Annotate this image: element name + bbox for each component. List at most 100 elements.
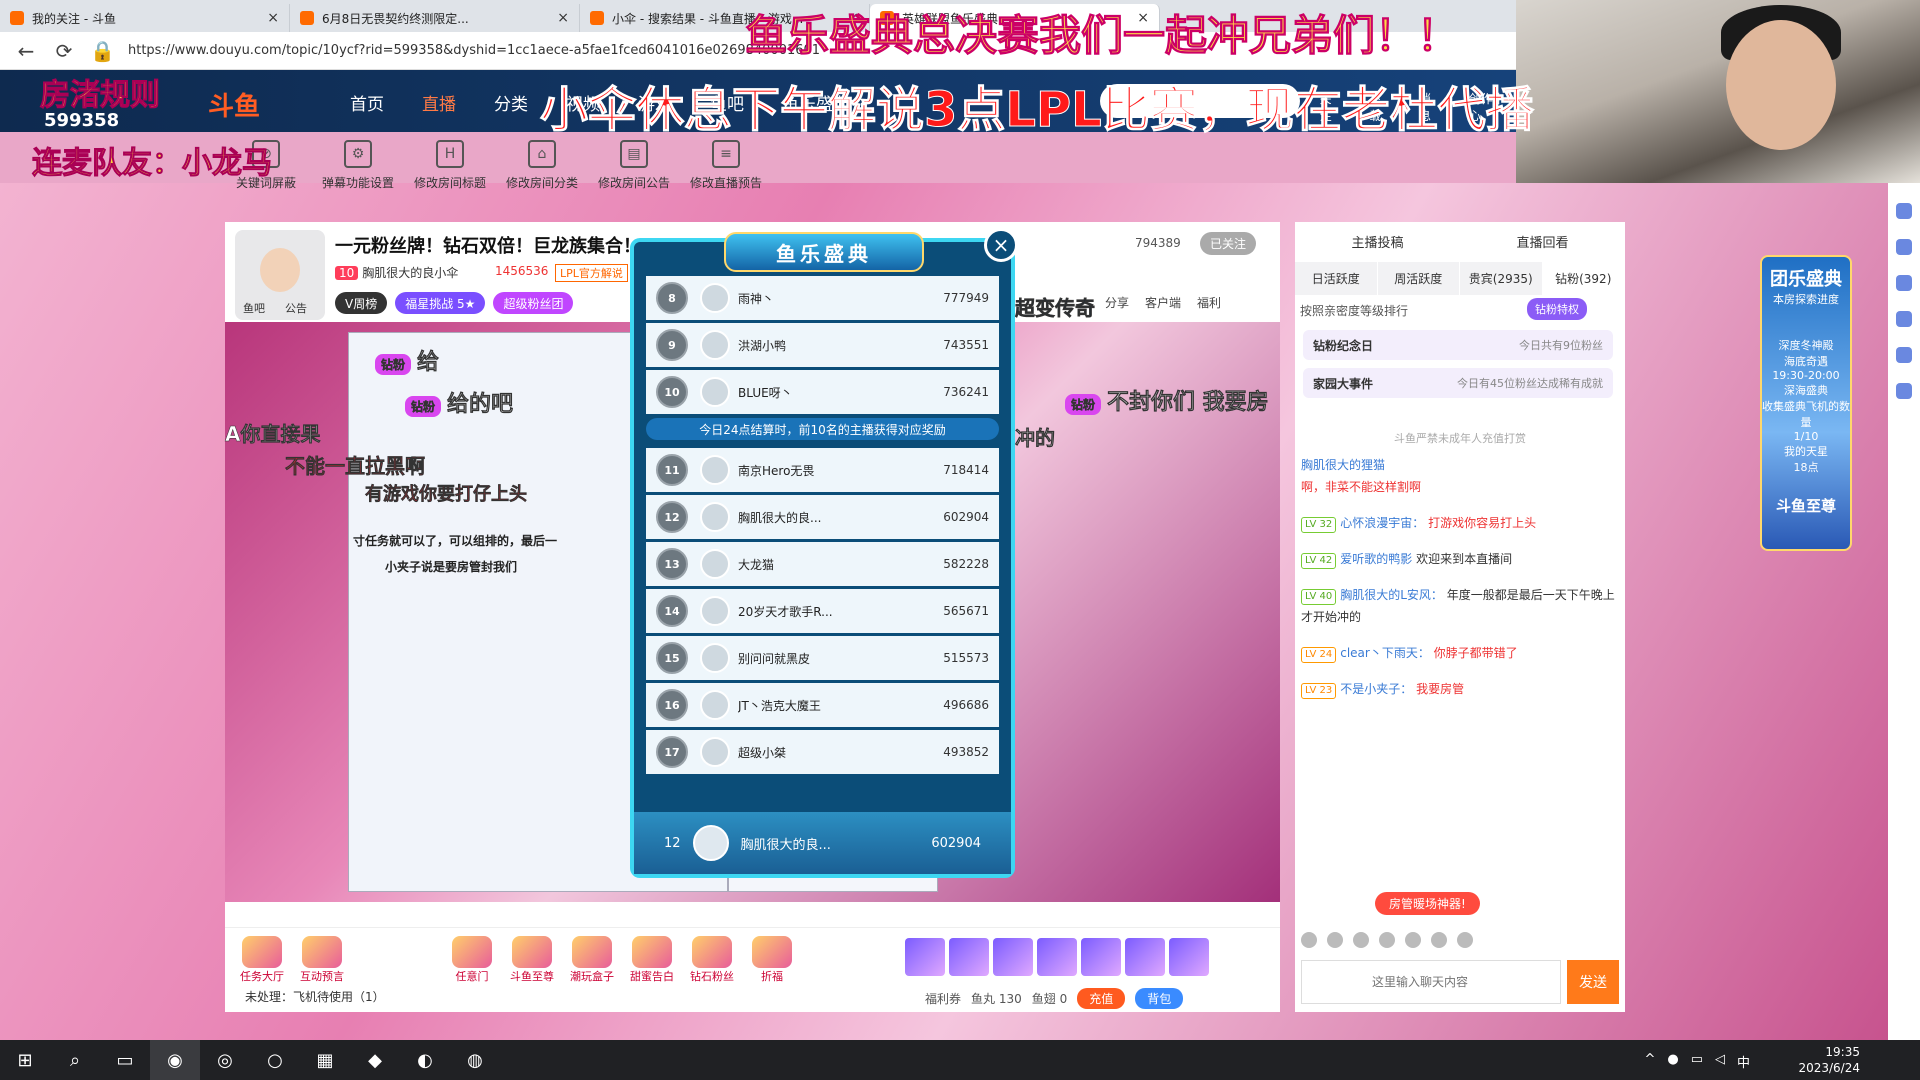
- gift-fortune[interactable]: 折福: [747, 936, 797, 984]
- folder-icon[interactable]: ▭: [100, 1040, 150, 1080]
- emoji-icon[interactable]: [1301, 932, 1317, 948]
- gift-item[interactable]: [949, 938, 989, 976]
- gift-item[interactable]: [1169, 938, 1209, 976]
- ime-indicator[interactable]: 中: [1737, 1052, 1750, 1071]
- back-icon[interactable]: ←: [14, 39, 38, 63]
- browser-tab[interactable]: 6月8日无畏契约终测限定... ×: [290, 4, 580, 32]
- gift-portal[interactable]: 任意门: [447, 936, 497, 984]
- mail-icon[interactable]: [1896, 311, 1912, 327]
- chevron-up-icon[interactable]: ^: [1644, 1052, 1655, 1071]
- welfare-coupon[interactable]: 福利券: [925, 990, 961, 1007]
- bag-button[interactable]: 背包: [1135, 988, 1184, 1009]
- app-icon[interactable]: ○: [250, 1040, 300, 1080]
- gift-item[interactable]: [1037, 938, 1077, 976]
- festival-side-banner[interactable]: 团乐盛典 本房探索进度 深度冬神殿 海底奇遇 19:30-20:00 深海盛典 …: [1760, 255, 1852, 551]
- avatar[interactable]: 鱼吧 公告: [235, 230, 325, 320]
- chrome-icon[interactable]: ◎: [200, 1040, 250, 1080]
- badge-icon[interactable]: [1353, 932, 1369, 948]
- gift-diamond-fan[interactable]: 钻石粉丝: [687, 936, 737, 984]
- danmu-settings-button[interactable]: ⚙ 弹幕功能设置: [322, 140, 394, 191]
- game-icon[interactable]: [1896, 239, 1912, 255]
- windows-start-icon[interactable]: ⊞: [0, 1040, 50, 1080]
- pending-items[interactable]: 未处理：飞机待使用（1）: [245, 988, 385, 1005]
- gift-item[interactable]: [993, 938, 1033, 976]
- mic-icon[interactable]: ●: [1667, 1052, 1678, 1071]
- diamond-privilege-button[interactable]: 钻粉特权: [1527, 298, 1587, 320]
- rank-row[interactable]: 10 BLUE呀丶 736241: [646, 370, 999, 414]
- plane-icon[interactable]: [1896, 347, 1912, 363]
- douyu-icon[interactable]: ◆: [350, 1040, 400, 1080]
- tab-diamond-fans[interactable]: 钻粉(392): [1542, 262, 1625, 295]
- gift-item[interactable]: [1081, 938, 1121, 976]
- gift-supreme[interactable]: 斗鱼至尊: [507, 936, 557, 984]
- follow-button[interactable]: 已关注: [1200, 232, 1257, 255]
- gift-task-hall[interactable]: 任务大厅: [237, 936, 287, 984]
- reload-icon[interactable]: ⟳: [52, 39, 76, 63]
- rank-row[interactable]: 15 别问问就黑皮 515573: [646, 636, 999, 680]
- rank-self-row[interactable]: 12 胸肌很大的良... 602904: [634, 812, 1011, 874]
- obs-icon[interactable]: ▦: [300, 1040, 350, 1080]
- horn-icon[interactable]: [1327, 932, 1343, 948]
- tab-daily-activity[interactable]: 日活跃度: [1295, 262, 1378, 295]
- close-icon[interactable]: ×: [267, 10, 279, 26]
- nav-live[interactable]: 直播: [422, 90, 456, 115]
- anchor-submit-link[interactable]: 主播投稿: [1351, 232, 1403, 251]
- edge-icon[interactable]: ◉: [150, 1040, 200, 1080]
- nav-home[interactable]: 首页: [350, 90, 384, 115]
- lock-icon[interactable]: [1405, 932, 1421, 948]
- home-event-card[interactable]: 家园大事件 今日有45位粉丝达成稀有成就: [1303, 368, 1613, 398]
- gift-prediction[interactable]: 互动预言: [297, 936, 347, 984]
- welfare-button[interactable]: 福利: [1197, 294, 1221, 311]
- room-manager-promo[interactable]: 房管暖场神器!: [1375, 892, 1480, 915]
- close-icon[interactable]: ×: [557, 10, 569, 26]
- edit-category-button[interactable]: ⌂ 修改房间分类: [506, 140, 578, 191]
- browser-tab[interactable]: 我的关注 - 斗鱼 ×: [0, 4, 290, 32]
- fire-icon[interactable]: [1431, 932, 1447, 948]
- task-icon: [242, 936, 282, 968]
- rank-row[interactable]: 8 雨神丶 777949: [646, 276, 999, 320]
- edit-preview-button[interactable]: ≡ 修改直播预告: [690, 140, 762, 191]
- client-button[interactable]: 客户端: [1145, 294, 1181, 311]
- diamond-anniversary-card[interactable]: 钻粉纪念日 今日共有9位粉丝: [1303, 330, 1613, 360]
- gift-item[interactable]: [905, 938, 945, 976]
- book-icon[interactable]: [1457, 932, 1473, 948]
- rank-row[interactable]: 14 20岁天才歌手R... 565671: [646, 589, 999, 633]
- nav-category[interactable]: 分类: [494, 90, 528, 115]
- close-icon[interactable]: ×: [984, 228, 1018, 262]
- rank-row[interactable]: 17 超级小桀 493852: [646, 730, 999, 774]
- steam-icon[interactable]: ◍: [450, 1040, 500, 1080]
- rank-row[interactable]: 12 胸肌很大的良... 602904: [646, 495, 999, 539]
- super-fan-pill[interactable]: 超级粉丝团: [493, 292, 574, 314]
- douyu-logo[interactable]: 斗鱼: [208, 86, 260, 123]
- gift-icon[interactable]: [1896, 203, 1912, 219]
- chat-input[interactable]: [1301, 960, 1561, 1004]
- notice-label[interactable]: 公告: [285, 300, 307, 316]
- charge-button[interactable]: 充值: [1077, 988, 1126, 1009]
- search-icon[interactable]: ⌕: [50, 1040, 100, 1080]
- edit-notice-button[interactable]: ▤ 修改房间公告: [598, 140, 670, 191]
- rank-row[interactable]: 16 JT丶浩克大魔王 496686: [646, 683, 999, 727]
- send-button[interactable]: 发送: [1567, 960, 1619, 1004]
- rank-row[interactable]: 11 南京Hero无畏 718414: [646, 448, 999, 492]
- volume-icon[interactable]: ◁: [1715, 1052, 1725, 1071]
- rank-row[interactable]: 9 洪湖小鸭 743551: [646, 323, 999, 367]
- plus-icon[interactable]: [1896, 383, 1912, 399]
- network-icon[interactable]: ▭: [1691, 1052, 1703, 1071]
- app-icon[interactable]: [1896, 275, 1912, 291]
- chat-message: LV 42 爱听歌的鸭影 欢迎来到本直播间: [1301, 548, 1619, 570]
- weekly-rank-pill[interactable]: V周榜: [335, 292, 388, 314]
- share-button[interactable]: 分享: [1105, 294, 1129, 311]
- netease-music-icon[interactable]: ◐: [400, 1040, 450, 1080]
- rank-row[interactable]: 13 大龙猫 582228: [646, 542, 999, 586]
- tab-vip[interactable]: 贵宾(2935): [1460, 262, 1543, 295]
- yuba-label[interactable]: 鱼吧: [243, 300, 265, 316]
- lucky-star-pill[interactable]: 福星挑战 5★: [395, 292, 486, 314]
- gift-confession[interactable]: 甜蜜告白: [627, 936, 677, 984]
- replay-link[interactable]: 直播回看: [1516, 232, 1568, 251]
- gift-toy-box[interactable]: 潮玩盒子: [567, 936, 617, 984]
- tab-weekly-activity[interactable]: 周活跃度: [1377, 262, 1460, 295]
- edit-title-button[interactable]: H 修改房间标题: [414, 140, 486, 191]
- fan-icon[interactable]: [1379, 932, 1395, 948]
- clock[interactable]: 19:35 2023/6/24: [1798, 1044, 1860, 1076]
- gift-item[interactable]: [1125, 938, 1165, 976]
